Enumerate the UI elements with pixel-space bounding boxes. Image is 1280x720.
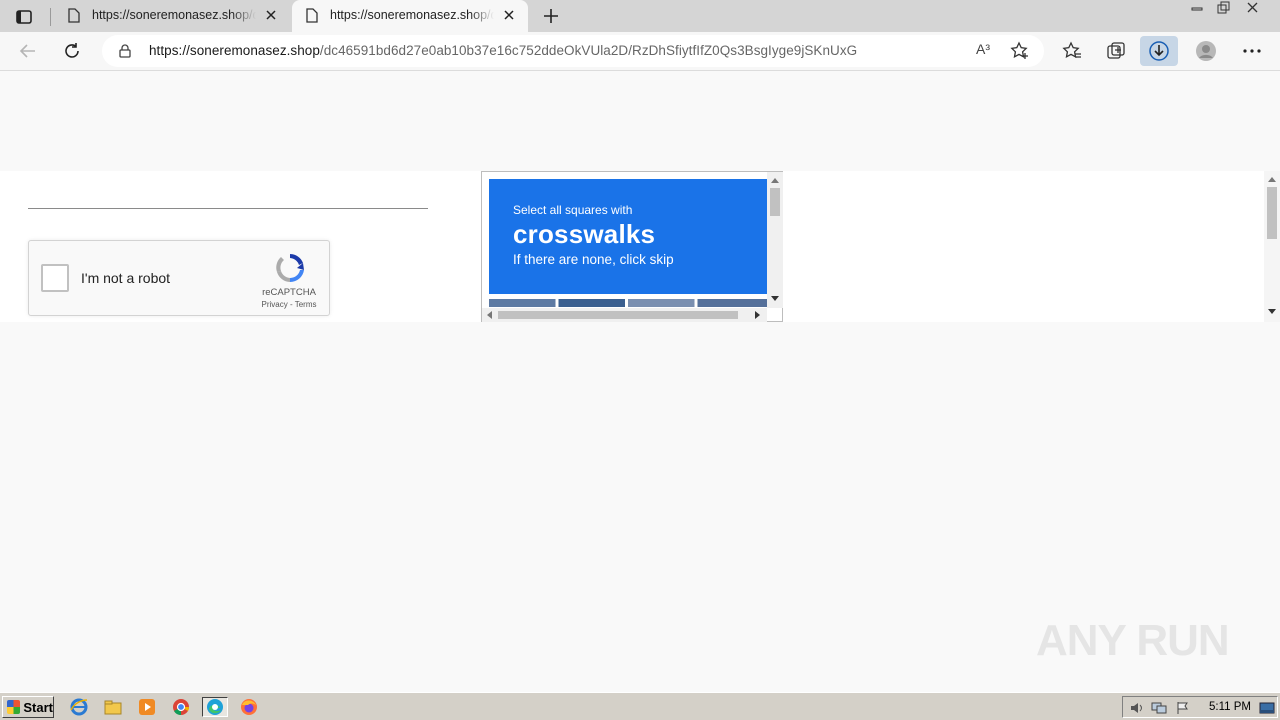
refresh-icon[interactable]	[58, 38, 86, 64]
close-icon[interactable]	[502, 8, 516, 22]
window-close-icon[interactable]	[1238, 0, 1268, 16]
challenge-header: Select all squares with crosswalks If th…	[489, 179, 767, 294]
tab-divider	[50, 8, 51, 26]
page-icon	[68, 8, 80, 23]
more-menu-icon[interactable]	[1238, 38, 1266, 64]
system-tray: 5:11 PM	[1122, 696, 1278, 718]
frame-horizontal-scrollbar[interactable]	[482, 308, 767, 322]
downloads-icon[interactable]	[1140, 36, 1178, 66]
address-bar[interactable]: https://soneremonasez.shop/dc46591bd6d27…	[102, 35, 1044, 67]
show-desktop-icon[interactable]	[1259, 701, 1275, 715]
challenge-keyword: crosswalks	[513, 219, 656, 249]
frame-vertical-scrollbar[interactable]	[767, 172, 783, 308]
url-host: https://soneremonasez.shop	[149, 43, 320, 58]
recaptcha-challenge-frame: Select all squares with crosswalks If th…	[481, 171, 783, 322]
windows-flag-icon	[7, 700, 21, 714]
divider	[28, 208, 428, 209]
page-vertical-scrollbar[interactable]	[1264, 171, 1280, 322]
read-aloud-icon[interactable]: A³	[976, 41, 996, 61]
back-arrow-icon[interactable]	[14, 38, 42, 64]
recaptcha-widget: I'm not a robot reCAPTCHA Privacy - Term…	[28, 240, 330, 316]
recaptcha-logo-icon	[276, 254, 304, 283]
page-icon	[306, 8, 318, 23]
add-favorite-star-icon[interactable]	[1010, 41, 1030, 61]
profile-avatar-icon[interactable]	[1192, 38, 1220, 64]
scroll-up-arrow-icon[interactable]	[1268, 177, 1276, 182]
collections-icon[interactable]	[1102, 38, 1130, 64]
scroll-up-arrow-icon[interactable]	[771, 178, 779, 183]
scroll-down-arrow-icon[interactable]	[1268, 309, 1276, 314]
tab-2-title: https://soneremonasez.shop/dc46591bd6d27…	[330, 8, 494, 22]
restore-icon[interactable]	[1210, 0, 1236, 16]
challenge-instruction: Select all squares with	[513, 203, 633, 217]
action-center-flag-icon[interactable]	[1175, 701, 1191, 715]
taskbar: Start 5:11 PM	[0, 692, 1280, 720]
scroll-down-arrow-icon[interactable]	[771, 296, 779, 301]
browser-toolbar: https://soneremonasez.shop/dc46591bd6d27…	[0, 32, 1280, 71]
challenge-skip-hint: If there are none, click skip	[513, 252, 674, 267]
network-icon[interactable]	[1151, 701, 1167, 715]
tab-actions-icon[interactable]	[10, 6, 38, 28]
recaptcha-label: I'm not a robot	[81, 270, 171, 286]
url-text[interactable]: https://soneremonasez.shop/dc46591bd6d27…	[149, 43, 857, 58]
firefox-icon[interactable]	[236, 697, 262, 717]
recaptcha-privacy-terms[interactable]: Privacy - Terms	[249, 300, 329, 309]
ie-icon[interactable]	[68, 697, 90, 717]
new-tab-plus-icon[interactable]	[540, 6, 562, 26]
favorites-icon[interactable]	[1058, 38, 1086, 64]
lock-icon[interactable]	[118, 44, 132, 58]
url-path: /dc46591bd6d27e0ab10b37e16c752ddeOkVUla2…	[319, 43, 858, 58]
scroll-thumb[interactable]	[1267, 187, 1277, 239]
close-icon[interactable]	[264, 8, 278, 22]
minimize-icon[interactable]	[1184, 0, 1210, 16]
tab-strip: https://soneremonasez.shop/dc46591bd6d27…	[0, 0, 1280, 33]
tab-1-title: https://soneremonasez.shop/dc46591bd6d27…	[92, 8, 256, 22]
challenge-image-grid[interactable]	[489, 299, 767, 307]
explorer-icon[interactable]	[102, 697, 124, 717]
start-button[interactable]: Start	[2, 696, 54, 718]
clock[interactable]: 5:11 PM	[1209, 701, 1251, 713]
anyrun-watermark: ANY RUN	[1036, 616, 1230, 665]
tab-2[interactable]: https://soneremonasez.shop/dc46591bd6d27…	[292, 0, 528, 33]
edge-icon[interactable]	[202, 697, 228, 717]
chrome-icon[interactable]	[170, 697, 192, 717]
scroll-right-arrow-icon[interactable]	[755, 311, 760, 319]
scroll-left-arrow-icon[interactable]	[487, 311, 492, 319]
scroll-thumb[interactable]	[498, 311, 738, 319]
media-player-icon[interactable]	[136, 697, 158, 717]
start-label: Start	[23, 699, 53, 715]
recaptcha-checkbox[interactable]	[41, 264, 69, 292]
tab-1[interactable]: https://soneremonasez.shop/dc46591bd6d27…	[54, 0, 290, 32]
recaptcha-brand: reCAPTCHA	[262, 287, 316, 298]
volume-icon[interactable]	[1129, 701, 1145, 715]
scroll-thumb[interactable]	[770, 188, 780, 216]
